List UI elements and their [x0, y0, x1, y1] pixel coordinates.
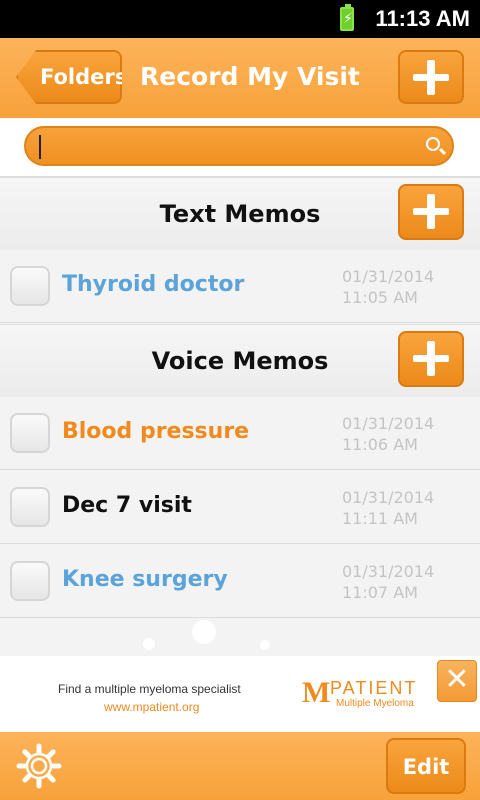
page-title: Record My Visit [140, 62, 360, 91]
memo-checkbox[interactable] [10, 561, 50, 601]
memo-checkbox[interactable] [10, 487, 50, 527]
memo-time: 11:06 AM [342, 435, 418, 454]
section-text-memos: Text Memos [0, 177, 480, 251]
memo-title: Dec 7 visit [62, 493, 192, 518]
memo-time: 11:05 AM [342, 288, 418, 307]
memo-checkbox[interactable] [10, 266, 50, 306]
text-cursor [39, 135, 41, 159]
ad-brand: PATIENT [330, 678, 418, 698]
memo-title: Blood pressure [62, 419, 250, 444]
header-bar: Folders Record My Visit [0, 38, 480, 118]
edit-button[interactable]: Edit [386, 738, 466, 794]
add-text-memo-button[interactable] [398, 184, 464, 240]
status-time: 11:13 AM [375, 6, 470, 31]
ad-banner[interactable]: Find a multiple myeloma specialist www.m… [0, 656, 480, 732]
ad-url: www.mpatient.org [104, 700, 200, 714]
close-ad-button[interactable]: ✕ [437, 660, 477, 702]
memo-row-blood-pressure[interactable]: Blood pressure 01/31/2014 11:06 AM [0, 397, 480, 470]
search-bar [0, 118, 480, 177]
footer-bar: Edit [0, 732, 480, 800]
decorative-bubble [143, 638, 155, 650]
memo-checkbox[interactable] [10, 413, 50, 453]
battery-charging-icon: ⚡ [340, 4, 354, 31]
decorative-bubble [192, 620, 216, 644]
edit-label: Edit [402, 755, 450, 779]
memo-date: 01/31/2014 [342, 562, 435, 581]
close-icon: ✕ [444, 662, 470, 697]
add-folder-button[interactable] [398, 50, 464, 104]
memo-date: 01/31/2014 [342, 414, 435, 433]
folders-back-button[interactable]: Folders [16, 50, 122, 104]
memo-timestamp: 01/31/2014 11:06 AM [342, 413, 434, 455]
ad-headline: Find a multiple myeloma specialist [58, 682, 241, 696]
memo-title: Thyroid doctor [62, 272, 245, 297]
memo-time: 11:07 AM [342, 583, 418, 602]
decorative-bubble [260, 640, 270, 650]
search-input[interactable] [24, 126, 454, 166]
add-voice-memo-button[interactable] [398, 331, 464, 387]
status-bar: ⚡ 11:13 AM [0, 0, 480, 38]
memo-row-knee-surgery[interactable]: Knee surgery 01/31/2014 11:07 AM [0, 545, 480, 618]
memo-timestamp: 01/31/2014 11:05 AM [342, 266, 434, 308]
ad-subtitle: Multiple Myeloma [336, 698, 414, 709]
memo-time: 11:11 AM [342, 509, 418, 528]
memo-title: Knee surgery [62, 567, 228, 592]
memo-date: 01/31/2014 [342, 267, 435, 286]
memo-date: 01/31/2014 [342, 488, 435, 507]
memo-timestamp: 01/31/2014 11:07 AM [342, 561, 434, 603]
memo-row-dec-7-visit[interactable]: Dec 7 visit 01/31/2014 11:11 AM [0, 471, 480, 544]
folders-back-label: Folders [40, 65, 128, 89]
mpatient-logo: M [302, 676, 331, 709]
search-icon[interactable] [426, 137, 440, 151]
memo-timestamp: 01/31/2014 11:11 AM [342, 487, 434, 529]
memo-row-thyroid-doctor[interactable]: Thyroid doctor 01/31/2014 11:05 AM [0, 250, 480, 323]
gear-icon[interactable] [16, 743, 62, 789]
section-voice-memos: Voice Memos [0, 324, 480, 398]
